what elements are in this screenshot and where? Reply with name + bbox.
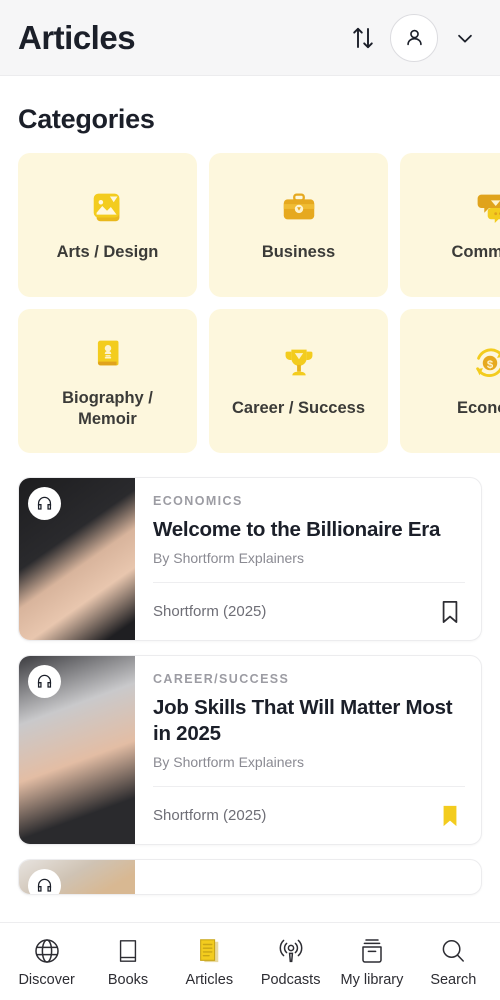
briefcase-icon bbox=[279, 186, 319, 228]
header-actions bbox=[350, 13, 478, 62]
bottom-navigation: Discover Books Articles Podcasts My libr… bbox=[0, 922, 500, 1000]
category-card-biography-memoir[interactable]: Biography / Memoir bbox=[18, 309, 197, 453]
article-byline: By Shortform Explainers bbox=[153, 754, 304, 771]
nav-item-books[interactable]: Books bbox=[89, 936, 167, 988]
article-thumbnail bbox=[19, 860, 135, 895]
headphones-icon[interactable] bbox=[28, 665, 61, 699]
nav-item-articles[interactable]: Articles bbox=[170, 936, 248, 988]
article-body bbox=[135, 860, 481, 894]
article-thumbnail bbox=[19, 478, 135, 641]
category-row-1[interactable]: Arts / Design Business Comm bbox=[0, 153, 500, 297]
app-screen: Articles Categories Arts / Design Busine… bbox=[0, 0, 500, 1000]
article-footer: Shortform (2025) bbox=[153, 786, 465, 844]
book-icon bbox=[88, 332, 128, 374]
category-card-community[interactable]: Communi bbox=[400, 153, 500, 297]
archive-box-icon bbox=[358, 936, 386, 966]
article-card[interactable]: ECONOMICS Welcome to the Billionaire Era… bbox=[18, 477, 482, 642]
nav-label: My library bbox=[340, 971, 404, 988]
article-card[interactable]: CAREER/SUCCESS Job Skills That Will Matt… bbox=[18, 655, 482, 846]
article-body: CAREER/SUCCESS Job Skills That Will Matt… bbox=[135, 656, 481, 844]
nav-item-search[interactable]: Search bbox=[414, 936, 492, 988]
category-card-economics[interactable]: $ Econom bbox=[400, 309, 500, 453]
podcast-icon bbox=[277, 936, 305, 966]
category-row-2[interactable]: Biography / Memoir Career / Success $ Ec… bbox=[0, 309, 500, 453]
avatar[interactable] bbox=[390, 13, 438, 62]
category-label: Econom bbox=[456, 399, 500, 418]
category-card-career-success[interactable]: Career / Success bbox=[209, 309, 388, 453]
article-body: ECONOMICS Welcome to the Billionaire Era… bbox=[135, 478, 481, 640]
article-list: ECONOMICS Welcome to the Billionaire Era… bbox=[0, 465, 500, 896]
person-icon bbox=[406, 29, 422, 46]
nav-label: Search bbox=[430, 971, 477, 988]
bookmark-icon[interactable] bbox=[437, 597, 463, 627]
money-cycle-icon: $ bbox=[470, 342, 500, 384]
speech-bubbles-icon bbox=[470, 186, 500, 228]
nav-item-discover[interactable]: Discover bbox=[8, 936, 86, 988]
category-card-arts-design[interactable]: Arts / Design bbox=[18, 153, 197, 297]
categories-section-title: Categories bbox=[18, 104, 155, 134]
article-source: Shortform (2025) bbox=[153, 603, 267, 621]
trophy-icon bbox=[279, 342, 319, 384]
nav-label: Podcasts bbox=[260, 971, 321, 988]
globe-icon bbox=[33, 936, 61, 966]
category-label: Biography / Memoir bbox=[62, 388, 153, 428]
article-category-label: CAREER/SUCCESS bbox=[153, 672, 290, 687]
image-picture-icon bbox=[88, 186, 128, 228]
book-icon bbox=[115, 936, 141, 966]
article-title[interactable]: Job Skills That Will Matter Most in 2025 bbox=[153, 695, 465, 746]
category-label: Business bbox=[261, 243, 336, 262]
nav-label: Books bbox=[107, 971, 149, 988]
bookmark-filled-icon[interactable] bbox=[437, 801, 463, 831]
svg-text:$: $ bbox=[486, 359, 493, 371]
category-label: Communi bbox=[451, 243, 500, 262]
content-scroll-area[interactable]: Categories Arts / Design Business Comm B… bbox=[0, 76, 500, 1000]
nav-item-podcasts[interactable]: Podcasts bbox=[252, 936, 330, 988]
category-label: Arts / Design bbox=[56, 243, 159, 262]
category-label: Career / Success bbox=[231, 399, 365, 418]
page-title: Articles bbox=[18, 18, 136, 56]
headphones-icon[interactable] bbox=[28, 487, 61, 520]
nav-label: Articles bbox=[185, 971, 234, 988]
article-thumbnail bbox=[19, 656, 135, 845]
magnifier-icon bbox=[439, 936, 467, 966]
article-title[interactable]: Welcome to the Billionaire Era bbox=[153, 517, 465, 542]
article-footer: Shortform (2025) bbox=[153, 582, 465, 640]
article-card[interactable] bbox=[18, 859, 482, 896]
headphones-icon[interactable] bbox=[28, 869, 61, 895]
chevron-down-icon[interactable] bbox=[452, 25, 478, 51]
article-category-label: ECONOMICS bbox=[153, 494, 243, 508]
document-icon bbox=[196, 936, 222, 966]
category-card-business[interactable]: Business bbox=[209, 153, 388, 297]
article-byline: By Shortform Explainers bbox=[153, 550, 304, 567]
article-source: Shortform (2025) bbox=[153, 807, 267, 825]
nav-label: Discover bbox=[18, 971, 75, 988]
sort-arrows-icon[interactable] bbox=[350, 23, 376, 53]
nav-item-my-library[interactable]: My library bbox=[333, 936, 411, 988]
app-header: Articles bbox=[0, 0, 500, 76]
